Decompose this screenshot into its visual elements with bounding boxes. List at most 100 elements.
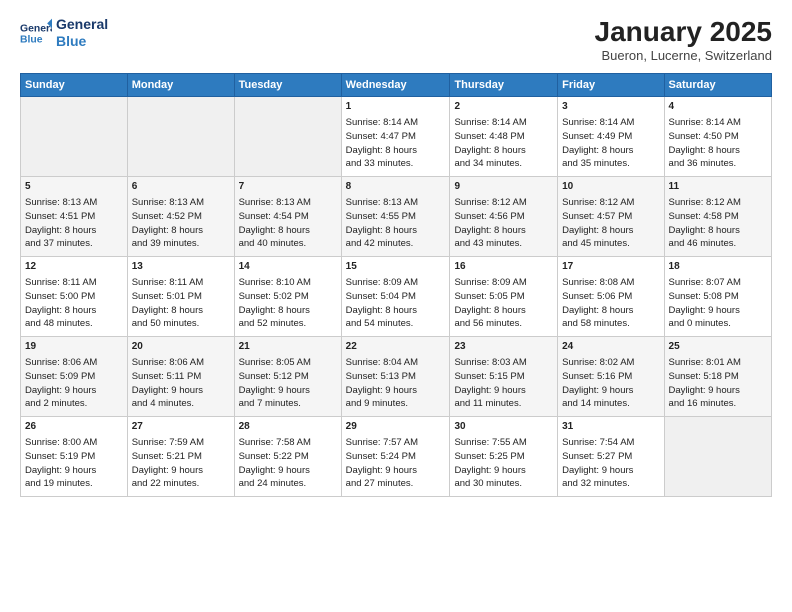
- day-number: 1: [346, 100, 446, 114]
- day-number: 12: [25, 260, 123, 274]
- calendar-week-row: 19 Sunrise: 8:06 AMSunset: 5:09 PMDayligh…: [21, 337, 772, 417]
- calendar-cell: 20Sunrise: 8:06 AMSunset: 5:11 PMDayligh…: [127, 337, 234, 417]
- day-info: Sunrise: 8:14 AMSunset: 4:47 PMDaylight:…: [346, 116, 446, 171]
- day-number: 14: [239, 260, 337, 274]
- day-info: Sunrise: 8:06 AMSunset: 5:09 PMDaylight:…: [25, 356, 123, 411]
- day-info: Sunrise: 8:13 AMSunset: 4:52 PMDaylight:…: [132, 196, 230, 251]
- day-info: Sunrise: 8:02 AMSunset: 5:16 PMDaylight:…: [562, 356, 659, 411]
- day-info: Sunrise: 8:13 AMSunset: 4:55 PMDaylight:…: [346, 196, 446, 251]
- calendar-cell: 1 Sunrise: 8:14 AMSunset: 4:47 PMDaylight…: [341, 97, 450, 177]
- day-info: Sunrise: 8:10 AMSunset: 5:02 PMDaylight:…: [239, 276, 337, 331]
- calendar-cell: 26Sunrise: 8:00 AMSunset: 5:19 PMDayligh…: [21, 417, 128, 497]
- day-info: Sunrise: 8:11 AMSunset: 5:01 PMDaylight:…: [132, 276, 230, 331]
- day-number: 17: [562, 260, 659, 274]
- weekday-header: Sunday: [21, 74, 128, 97]
- day-info: Sunrise: 7:55 AMSunset: 5:25 PMDaylight:…: [454, 436, 553, 491]
- month-title: January 2025: [595, 16, 772, 48]
- day-number: 9: [454, 180, 553, 194]
- day-number: 3: [562, 100, 659, 114]
- weekday-header: Monday: [127, 74, 234, 97]
- svg-text:General: General: [20, 23, 52, 34]
- calendar-cell: 30 Sunrise: 7:55 AMSunset: 5:25 PMDayligh…: [450, 417, 558, 497]
- calendar-cell: 18Sunrise: 8:07 AMSunset: 5:08 PMDayligh…: [664, 257, 771, 337]
- calendar-cell: 22 Sunrise: 8:04 AMSunset: 5:13 PMDayligh…: [341, 337, 450, 417]
- day-number: 28: [239, 420, 337, 434]
- weekday-header: Wednesday: [341, 74, 450, 97]
- day-number: 21: [239, 340, 337, 354]
- calendar-week-row: 12 Sunrise: 8:11 AMSunset: 5:00 PMDayligh…: [21, 257, 772, 337]
- day-number: 5: [25, 180, 123, 194]
- day-number: 4: [669, 100, 767, 114]
- calendar-cell: 24 Sunrise: 8:02 AMSunset: 5:16 PMDayligh…: [558, 337, 664, 417]
- day-info: Sunrise: 8:01 AMSunset: 5:18 PMDaylight:…: [669, 356, 767, 411]
- calendar-cell: 4Sunrise: 8:14 AMSunset: 4:50 PMDaylight…: [664, 97, 771, 177]
- day-info: Sunrise: 8:09 AMSunset: 5:05 PMDaylight:…: [454, 276, 553, 331]
- day-number: 25: [669, 340, 767, 354]
- calendar-cell: 10Sunrise: 8:12 AMSunset: 4:57 PMDayligh…: [558, 177, 664, 257]
- day-number: 29: [346, 420, 446, 434]
- day-number: 30: [454, 420, 553, 434]
- day-info: Sunrise: 8:12 AMSunset: 4:57 PMDaylight:…: [562, 196, 659, 251]
- day-info: Sunrise: 8:05 AMSunset: 5:12 PMDaylight:…: [239, 356, 337, 411]
- calendar-cell: 21 Sunrise: 8:05 AMSunset: 5:12 PMDayligh…: [234, 337, 341, 417]
- day-info: Sunrise: 8:13 AMSunset: 4:54 PMDaylight:…: [239, 196, 337, 251]
- day-number: 19: [25, 340, 123, 354]
- logo: General Blue General Blue: [20, 16, 108, 50]
- weekday-header: Tuesday: [234, 74, 341, 97]
- day-number: 18: [669, 260, 767, 274]
- calendar-cell: 5Sunrise: 8:13 AMSunset: 4:51 PMDaylight…: [21, 177, 128, 257]
- weekday-header: Friday: [558, 74, 664, 97]
- calendar-cell: [127, 97, 234, 177]
- calendar-cell: 7 Sunrise: 8:13 AMSunset: 4:54 PMDaylight…: [234, 177, 341, 257]
- calendar-header-row: SundayMondayTuesdayWednesdayThursdayFrid…: [21, 74, 772, 97]
- day-info: Sunrise: 8:14 AMSunset: 4:48 PMDaylight:…: [454, 116, 553, 171]
- location: Bueron, Lucerne, Switzerland: [595, 48, 772, 63]
- calendar-cell: 9 Sunrise: 8:12 AMSunset: 4:56 PMDaylight…: [450, 177, 558, 257]
- weekday-header: Thursday: [450, 74, 558, 97]
- calendar-week-row: 5Sunrise: 8:13 AMSunset: 4:51 PMDaylight…: [21, 177, 772, 257]
- day-info: Sunrise: 8:12 AMSunset: 4:56 PMDaylight:…: [454, 196, 553, 251]
- day-info: Sunrise: 7:59 AMSunset: 5:21 PMDaylight:…: [132, 436, 230, 491]
- day-number: 23: [454, 340, 553, 354]
- day-info: Sunrise: 8:12 AMSunset: 4:58 PMDaylight:…: [669, 196, 767, 251]
- day-info: Sunrise: 8:11 AMSunset: 5:00 PMDaylight:…: [25, 276, 123, 331]
- day-number: 27: [132, 420, 230, 434]
- calendar-cell: 31 Sunrise: 7:54 AMSunset: 5:27 PMDayligh…: [558, 417, 664, 497]
- calendar-cell: 28 Sunrise: 7:58 AMSunset: 5:22 PMDayligh…: [234, 417, 341, 497]
- day-number: 11: [669, 180, 767, 194]
- weekday-header: Saturday: [664, 74, 771, 97]
- day-number: 2: [454, 100, 553, 114]
- page: General Blue General Blue January 2025 B…: [0, 0, 792, 612]
- calendar-cell: 27 Sunrise: 7:59 AMSunset: 5:21 PMDayligh…: [127, 417, 234, 497]
- day-number: 6: [132, 180, 230, 194]
- calendar-cell: 8Sunrise: 8:13 AMSunset: 4:55 PMDaylight…: [341, 177, 450, 257]
- calendar-cell: 16Sunrise: 8:09 AMSunset: 5:05 PMDayligh…: [450, 257, 558, 337]
- day-info: Sunrise: 8:04 AMSunset: 5:13 PMDaylight:…: [346, 356, 446, 411]
- day-info: Sunrise: 8:06 AMSunset: 5:11 PMDaylight:…: [132, 356, 230, 411]
- calendar: SundayMondayTuesdayWednesdayThursdayFrid…: [20, 73, 772, 497]
- day-info: Sunrise: 8:00 AMSunset: 5:19 PMDaylight:…: [25, 436, 123, 491]
- header: General Blue General Blue January 2025 B…: [20, 16, 772, 63]
- day-info: Sunrise: 8:09 AMSunset: 5:04 PMDaylight:…: [346, 276, 446, 331]
- calendar-cell: [21, 97, 128, 177]
- calendar-week-row: 1 Sunrise: 8:14 AMSunset: 4:47 PMDaylight…: [21, 97, 772, 177]
- calendar-cell: 2 Sunrise: 8:14 AMSunset: 4:48 PMDaylight…: [450, 97, 558, 177]
- day-info: Sunrise: 7:58 AMSunset: 5:22 PMDaylight:…: [239, 436, 337, 491]
- calendar-cell: 11 Sunrise: 8:12 AMSunset: 4:58 PMDayligh…: [664, 177, 771, 257]
- calendar-cell: 13Sunrise: 8:11 AMSunset: 5:01 PMDayligh…: [127, 257, 234, 337]
- title-block: January 2025 Bueron, Lucerne, Switzerlan…: [595, 16, 772, 63]
- calendar-cell: [234, 97, 341, 177]
- day-info: Sunrise: 7:54 AMSunset: 5:27 PMDaylight:…: [562, 436, 659, 491]
- calendar-cell: 6 Sunrise: 8:13 AMSunset: 4:52 PMDaylight…: [127, 177, 234, 257]
- logo-blue: Blue: [56, 33, 108, 50]
- day-number: 22: [346, 340, 446, 354]
- logo-icon: General Blue: [20, 17, 52, 49]
- day-info: Sunrise: 7:57 AMSunset: 5:24 PMDaylight:…: [346, 436, 446, 491]
- calendar-cell: 25 Sunrise: 8:01 AMSunset: 5:18 PMDayligh…: [664, 337, 771, 417]
- calendar-cell: 3Sunrise: 8:14 AMSunset: 4:49 PMDaylight…: [558, 97, 664, 177]
- svg-text:Blue: Blue: [20, 34, 43, 45]
- day-number: 31: [562, 420, 659, 434]
- calendar-cell: 17Sunrise: 8:08 AMSunset: 5:06 PMDayligh…: [558, 257, 664, 337]
- day-number: 7: [239, 180, 337, 194]
- day-number: 24: [562, 340, 659, 354]
